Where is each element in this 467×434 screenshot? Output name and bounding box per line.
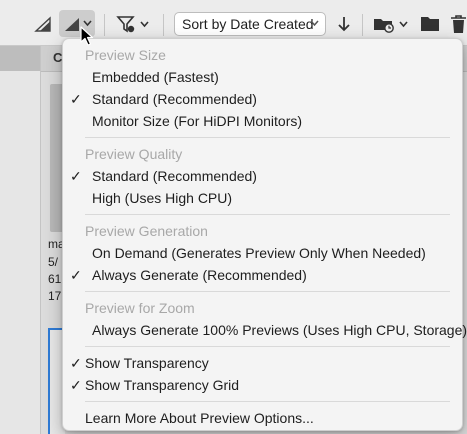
menu-item-standard-quality[interactable]: ✓ Standard (Recommended)	[63, 165, 462, 187]
menu-item-on-demand[interactable]: On Demand (Generates Preview Only When N…	[63, 242, 462, 264]
menu-item-monitor-size[interactable]: Monitor Size (For HiDPI Monitors)	[63, 110, 462, 132]
sort-select[interactable]: Sort by Date Created	[174, 12, 326, 36]
preview-options-menu: Preview Size Embedded (Fastest) ✓ Standa…	[62, 38, 467, 431]
menu-separator	[85, 401, 450, 402]
chevron-down-icon	[310, 20, 319, 27]
toolbar-separator	[104, 14, 105, 36]
preview-quality-icon[interactable]	[34, 15, 52, 33]
mouse-pointer-icon	[80, 26, 94, 46]
menu-item-label: Standard (Recommended)	[92, 168, 257, 184]
menu-item-standard-size[interactable]: ✓ Standard (Recommended)	[63, 88, 462, 110]
menu-separator	[85, 214, 450, 215]
checkmark-icon: ✓	[70, 355, 82, 371]
thumbnail-meta: 17	[48, 289, 62, 303]
filter-icon	[116, 16, 135, 33]
checkmark-icon: ✓	[70, 168, 82, 184]
preview-quality-heading: Preview Quality	[85, 146, 183, 162]
preview-quality-icon	[65, 18, 79, 31]
menu-item-show-transparency-grid[interactable]: ✓ Show Transparency Grid	[63, 374, 462, 396]
toolbar-separator	[362, 14, 363, 36]
recent-folder-icon	[374, 19, 394, 33]
menu-item-learn-more[interactable]: Learn More About Preview Options...	[63, 407, 462, 429]
chevron-down-icon	[140, 21, 149, 28]
menu-item-label: Always Generate 100% Previews (Uses High…	[92, 322, 467, 338]
thumbnail-size: 61	[48, 272, 62, 286]
arrow-down-icon[interactable]	[337, 15, 351, 33]
folder-icon[interactable]	[420, 15, 440, 32]
menu-item-always-generate-100[interactable]: Always Generate 100% Previews (Uses High…	[63, 319, 467, 341]
menu-item-show-transparency[interactable]: ✓ Show Transparency	[63, 352, 462, 374]
menu-item-label: Show Transparency	[85, 355, 209, 371]
panel-header	[0, 46, 40, 71]
folders-panel	[0, 46, 41, 434]
menu-item-label: Standard (Recommended)	[92, 91, 257, 107]
menu-item-label: Embedded (Fastest)	[92, 69, 219, 85]
menu-separator	[85, 346, 450, 347]
menu-item-high-quality[interactable]: High (Uses High CPU)	[63, 187, 462, 209]
menu-item-label: On Demand (Generates Preview Only When N…	[92, 245, 426, 261]
menu-item-label: Learn More About Preview Options...	[85, 410, 314, 426]
recent-folders-button[interactable]	[372, 12, 412, 36]
preview-zoom-heading: Preview for Zoom	[85, 300, 195, 316]
menu-item-label: Monitor Size (For HiDPI Monitors)	[92, 113, 303, 129]
menu-item-label: Always Generate (Recommended)	[92, 267, 307, 283]
toolbar-separator	[163, 14, 164, 36]
checkmark-icon: ✓	[70, 267, 82, 283]
menu-separator	[85, 137, 450, 138]
filter-button[interactable]	[114, 12, 154, 36]
menu-separator	[85, 291, 450, 292]
checkmark-icon: ✓	[70, 377, 82, 393]
chevron-down-icon	[399, 21, 408, 28]
checkmark-icon: ✓	[70, 91, 82, 107]
menu-item-label: High (Uses High CPU)	[92, 190, 233, 206]
trash-icon[interactable]	[450, 14, 467, 34]
preview-size-heading: Preview Size	[85, 47, 166, 63]
thumbnail-date: 5/	[48, 255, 59, 269]
menu-item-label: Show Transparency Grid	[85, 377, 240, 393]
content-panel-title: C	[53, 50, 63, 65]
preview-generation-heading: Preview Generation	[85, 223, 208, 239]
sort-select-value: Sort by Date Created	[182, 16, 314, 32]
menu-item-embedded[interactable]: Embedded (Fastest)	[63, 66, 462, 88]
menu-item-always-generate[interactable]: ✓ Always Generate (Recommended)	[63, 264, 462, 286]
